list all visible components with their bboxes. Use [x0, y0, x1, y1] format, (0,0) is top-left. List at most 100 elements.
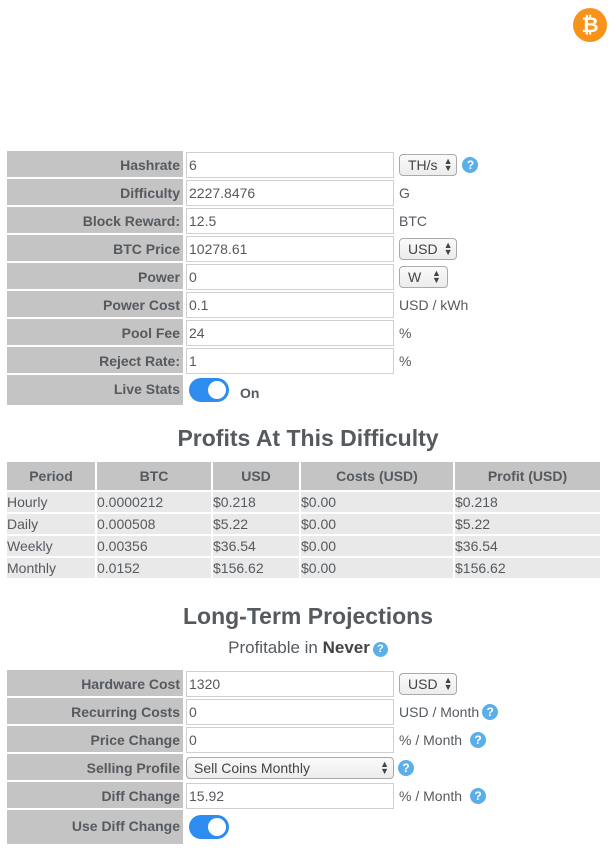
hashrate-row: Hashrate TH/s ▲▼ ? — [7, 151, 604, 179]
hashrate-unit-select[interactable]: TH/s ▲ ▼ — [399, 154, 458, 176]
select-arrows-icon: ▲ ▼ — [443, 156, 453, 173]
use-diff-change-row: Use Diff Change — [7, 810, 604, 844]
select-arrows-icon: ▲ ▼ — [443, 675, 453, 692]
costs-cell: $0.00 — [301, 558, 453, 580]
help-icon[interactable]: ? — [462, 157, 479, 173]
power-row: Power W ▲▼ — [7, 263, 604, 291]
costs-cell: $0.00 — [301, 514, 453, 536]
column-header: Profit (USD) — [455, 462, 600, 492]
power-unit-value: W — [408, 269, 422, 285]
use-diff-change-label: Use Diff Change — [7, 810, 183, 844]
select-arrows-icon: ▲ ▼ — [432, 268, 441, 285]
mining-form: Hashrate TH/s ▲▼ ? Difficulty G Block Rew… — [7, 151, 604, 405]
live-stats-row: Live Stats On — [7, 375, 604, 405]
period-cell: Hourly — [7, 492, 95, 514]
price-change-label: Price Change — [7, 726, 183, 754]
power-cost-label: Power Cost — [7, 291, 183, 319]
costs-cell: $0.00 — [301, 536, 453, 558]
column-header: USD — [213, 462, 299, 492]
column-header: Costs (USD) — [301, 462, 453, 492]
column-header: Period — [7, 462, 95, 492]
period-cell: Weekly — [7, 536, 95, 558]
profitable-status: Profitable in Never? — [0, 638, 616, 658]
selling-profile-value: Sell Coins Monthly — [194, 760, 310, 776]
difficulty-unit: G — [399, 185, 410, 201]
live-stats-state: On — [240, 385, 260, 401]
usd-cell: $0.218 — [213, 492, 299, 514]
diff-change-input[interactable] — [186, 783, 394, 809]
recurring-costs-label: Recurring Costs — [7, 698, 183, 726]
recurring-costs-input[interactable] — [186, 699, 394, 725]
hardware-cost-currency-value: USD — [408, 676, 438, 692]
recurring-costs-unit: USD / Month — [399, 704, 480, 720]
select-arrows-icon: ▲ ▼ — [443, 240, 453, 257]
block-reward-unit: BTC — [399, 213, 427, 229]
btc-price-currency-select[interactable]: USD ▲ ▼ — [399, 238, 458, 260]
help-icon[interactable]: ? — [470, 732, 487, 748]
table-row: Monthly 0.0152 $156.62 $0.00 $156.62 — [7, 558, 600, 580]
diff-change-label: Diff Change — [7, 782, 183, 810]
help-icon[interactable]: ? — [398, 760, 414, 776]
btc-cell: 0.00356 — [97, 536, 211, 558]
difficulty-label: Difficulty — [7, 179, 183, 207]
projections-form: Hardware Cost USD ▲▼ Recurring Costs USD … — [7, 670, 604, 844]
block-reward-row: Block Reward: BTC — [7, 207, 604, 235]
btc-cell: 0.0152 — [97, 558, 211, 580]
power-cost-input[interactable] — [186, 292, 394, 318]
block-reward-label: Block Reward: — [7, 207, 183, 235]
difficulty-input[interactable] — [186, 180, 394, 206]
price-change-input[interactable] — [186, 727, 394, 753]
power-cost-unit: USD / kWh — [399, 297, 469, 313]
btc-price-input[interactable] — [186, 236, 394, 262]
select-arrows-icon: ▲ ▼ — [380, 759, 389, 776]
usd-cell: $36.54 — [213, 536, 299, 558]
pool-fee-row: Pool Fee % — [7, 319, 604, 347]
reject-rate-unit: % — [399, 353, 412, 369]
hashrate-input[interactable] — [186, 152, 394, 178]
profits-table: Period BTC USD Costs (USD) Profit (USD) … — [5, 462, 602, 580]
power-cost-row: Power Cost USD / kWh — [7, 291, 604, 319]
help-icon[interactable]: ? — [470, 788, 487, 804]
recurring-costs-row: Recurring Costs USD / Month? — [7, 698, 604, 726]
help-icon[interactable]: ? — [372, 641, 388, 657]
help-icon[interactable]: ? — [482, 704, 499, 720]
btc-price-label: BTC Price — [7, 235, 183, 263]
btc-cell: 0.0000212 — [97, 492, 211, 514]
table-row: Weekly 0.00356 $36.54 $0.00 $36.54 — [7, 536, 600, 558]
selling-profile-select[interactable]: Sell Coins Monthly ▲ ▼ — [186, 757, 394, 779]
pool-fee-unit: % — [399, 325, 412, 341]
hashrate-unit-value: TH/s — [408, 157, 438, 173]
price-change-row: Price Change % / Month? — [7, 726, 604, 754]
live-stats-label: Live Stats — [7, 375, 183, 405]
hardware-cost-currency-select[interactable]: USD ▲ ▼ — [399, 673, 458, 695]
btc-price-currency-value: USD — [408, 241, 438, 257]
costs-cell: $0.00 — [301, 492, 453, 514]
reject-rate-label: Reject Rate: — [7, 347, 183, 375]
hardware-cost-input[interactable] — [186, 671, 394, 697]
period-cell: Monthly — [7, 558, 95, 580]
btc-cell: 0.000508 — [97, 514, 211, 536]
profit-cell: $156.62 — [455, 558, 600, 580]
pool-fee-label: Pool Fee — [7, 319, 183, 347]
reject-rate-input[interactable] — [186, 348, 394, 374]
diff-change-unit: % / Month — [399, 788, 463, 804]
hardware-cost-row: Hardware Cost USD ▲▼ — [7, 670, 604, 698]
usd-cell: $156.62 — [213, 558, 299, 580]
diff-change-row: Diff Change % / Month? — [7, 782, 604, 810]
profit-cell: $0.218 — [455, 492, 600, 514]
selling-profile-row: Selling Profile Sell Coins Monthly ▲ ▼ ? — [7, 754, 604, 782]
reject-rate-row: Reject Rate: % — [7, 347, 604, 375]
power-input[interactable] — [186, 264, 394, 290]
profit-cell: $5.22 — [455, 514, 600, 536]
hashrate-label: Hashrate — [7, 151, 183, 179]
toggle-knob — [208, 818, 226, 836]
hardware-cost-label: Hardware Cost — [7, 670, 183, 698]
table-row: Hourly 0.0000212 $0.218 $0.00 $0.218 — [7, 492, 600, 514]
block-reward-input[interactable] — [186, 208, 394, 234]
live-stats-toggle[interactable] — [189, 378, 229, 402]
use-diff-change-toggle[interactable] — [189, 815, 229, 839]
column-header: BTC — [97, 462, 211, 492]
pool-fee-input[interactable] — [186, 320, 394, 346]
power-unit-select[interactable]: W ▲ ▼ — [399, 266, 448, 288]
profitable-prefix: Profitable in — [228, 638, 323, 657]
